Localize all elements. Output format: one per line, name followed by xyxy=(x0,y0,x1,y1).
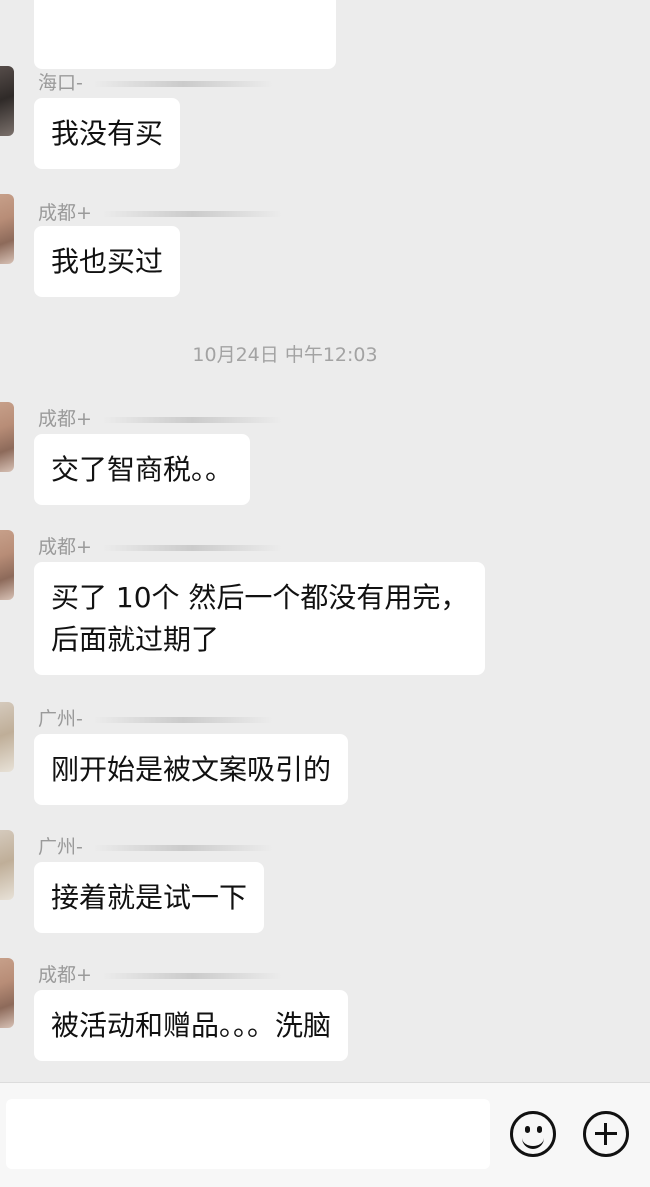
blurred-name xyxy=(101,544,282,551)
blurred-name xyxy=(101,416,282,423)
sender-name: 成都+ xyxy=(38,536,92,558)
emoji-eye xyxy=(525,1126,530,1133)
avatar[interactable] xyxy=(0,402,14,472)
sender-name-wrap: 成都+ xyxy=(38,198,282,225)
message-bubble[interactable]: 买了 10个 然后一个都没有用完， 后面就过期了 xyxy=(34,562,486,675)
message-text: 刚开始是被文案吸引的 xyxy=(51,753,332,786)
message-text: 我也买过 xyxy=(51,245,164,278)
sender-name-wrap: 成都+ xyxy=(38,532,282,559)
sender-name: 广州- xyxy=(38,708,83,730)
message-text: 交了智商税。。 xyxy=(51,453,234,486)
sender-name: 成都+ xyxy=(38,202,92,224)
message-bubble[interactable]: 接着就是试一下 xyxy=(34,862,265,933)
plus-circle-icon[interactable] xyxy=(583,1111,629,1157)
avatar[interactable] xyxy=(0,830,14,900)
sender-name-wrap: 广州- xyxy=(38,704,273,731)
blurred-name xyxy=(92,844,273,851)
avatar[interactable] xyxy=(0,66,14,136)
sender-name-wrap: 成都+ xyxy=(38,404,282,431)
message-text-line: 后面就过期了 xyxy=(51,623,220,656)
avatar[interactable] xyxy=(0,194,14,264)
blurred-name xyxy=(101,210,282,217)
emoji-face-icon[interactable] xyxy=(510,1111,556,1157)
sender-name: 海口- xyxy=(38,72,83,94)
plus-vertical xyxy=(604,1123,607,1145)
message-bubble[interactable]: 刚开始是被文案吸引的 xyxy=(34,734,349,805)
blurred-name xyxy=(92,80,273,87)
avatar[interactable] xyxy=(0,530,14,600)
avatar[interactable] xyxy=(0,958,14,1028)
emoji-mouth xyxy=(522,1135,544,1149)
emoji-eye xyxy=(537,1126,542,1133)
message-text: 接着就是试一下 xyxy=(51,881,248,914)
message-input[interactable] xyxy=(6,1099,490,1169)
timestamp: 10月24日 中午12:03 xyxy=(192,344,378,366)
message-bubble[interactable]: 被活动和赠品。。。洗脑 xyxy=(34,990,349,1061)
message-bubble[interactable]: 我也买过 xyxy=(34,226,181,297)
sender-name-wrap: 成都+ xyxy=(38,960,282,987)
avatar[interactable] xyxy=(0,702,14,772)
sender-name-wrap: 广州- xyxy=(38,832,273,859)
message-bubble[interactable]: 交了智商税。。 xyxy=(34,434,251,505)
sender-name: 广州- xyxy=(38,836,83,858)
message-text: 我没有买 xyxy=(51,117,164,150)
blurred-name xyxy=(92,716,273,723)
sender-name: 成都+ xyxy=(38,408,92,430)
message-text: 被活动和赠品。。。洗脑 xyxy=(51,1009,332,1042)
message-text-line: 买了 10个 然后一个都没有用完， xyxy=(51,581,469,614)
blurred-name xyxy=(101,972,282,979)
input-bar xyxy=(0,1082,650,1187)
chat-area: 海口- 我没有买 成都+ 我也买过 10月24日 中午12:03 成都+ 交了智… xyxy=(0,0,650,1082)
sender-name: 成都+ xyxy=(38,964,92,986)
message-bubble-partial[interactable] xyxy=(34,0,336,69)
sender-name-wrap: 海口- xyxy=(38,68,273,95)
message-bubble[interactable]: 我没有买 xyxy=(34,98,181,169)
